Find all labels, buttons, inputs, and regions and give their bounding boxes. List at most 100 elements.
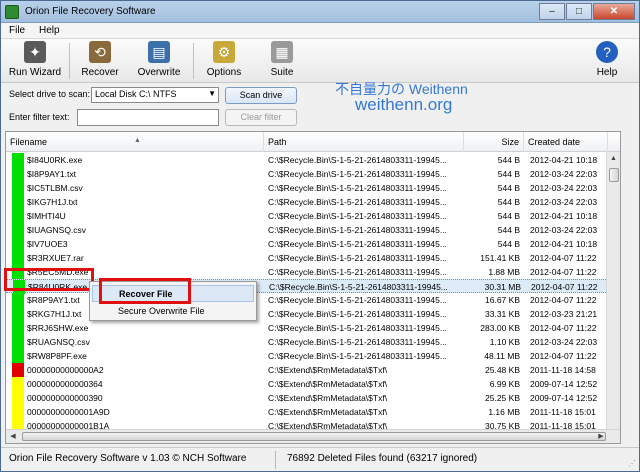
- status-bar: Orion File Recovery Software v 1.03 © NC…: [1, 447, 639, 471]
- status-color-indicator: [12, 335, 24, 349]
- cell-size: 544 B: [497, 155, 520, 165]
- cell-created-date: 2012-03-24 22:03: [530, 183, 598, 193]
- table-row[interactable]: 0000000000000390 C:\$Extend\$RmMetadata\$…: [6, 391, 620, 405]
- cell-filename: 00000000000000A2: [27, 365, 104, 375]
- status-color-indicator: [12, 321, 24, 335]
- help-icon: ?: [596, 41, 618, 63]
- column-path-label: Path: [268, 137, 287, 147]
- suite-button[interactable]: ▦ Suite: [259, 41, 305, 81]
- title-bar: Orion File Recovery Software – □ ✕: [1, 1, 639, 23]
- table-row[interactable]: $IV7UOE3 C:\$Recycle.Bin\S-1-5-21-2614803…: [6, 237, 620, 251]
- cell-filename: 0000000000000390: [27, 393, 103, 403]
- overwrite-label: Overwrite: [137, 67, 181, 78]
- overwrite-icon: ▤: [148, 41, 170, 63]
- run-wizard-button[interactable]: ✦ Run Wizard: [7, 41, 63, 81]
- table-row[interactable]: $RW8P8PF.exe C:\$Recycle.Bin\S-1-5-21-261…: [6, 349, 620, 363]
- cell-path: C:\$Recycle.Bin\S-1-5-21-2614803311-1994…: [268, 295, 447, 305]
- cell-size: 544 B: [497, 239, 520, 249]
- cell-size: 1.88 MB: [488, 267, 520, 277]
- column-filename[interactable]: ▲ Filename: [6, 132, 264, 152]
- drive-select[interactable]: Local Disk C:\ NTFS ▼: [91, 87, 219, 103]
- horizontal-scroll-thumb[interactable]: [22, 432, 606, 441]
- scroll-right-icon[interactable]: ▶: [594, 430, 608, 443]
- table-row[interactable]: 00000000000000A2 C:\$Extend\$RmMetadata\$…: [6, 363, 620, 377]
- clear-filter-button[interactable]: Clear filter: [225, 109, 297, 126]
- table-row[interactable]: $IKG7H1J.txt C:\$Recycle.Bin\S-1-5-21-261…: [6, 195, 620, 209]
- status-color-indicator: [12, 153, 24, 167]
- column-size[interactable]: Size: [464, 132, 524, 152]
- vertical-scroll-thumb[interactable]: [609, 168, 619, 182]
- cell-size: 6.99 KB: [489, 379, 520, 389]
- status-color-indicator: [12, 209, 24, 223]
- cell-size: 544 B: [497, 197, 520, 207]
- cell-path: C:\$Recycle.Bin\S-1-5-21-2614803311-1994…: [268, 337, 447, 347]
- scan-drive-button[interactable]: Scan drive: [225, 87, 297, 104]
- recover-button[interactable]: ⟲ Recover: [77, 41, 123, 81]
- cell-path: C:\$Recycle.Bin\S-1-5-21-2614803311-1994…: [268, 211, 447, 221]
- scroll-up-icon[interactable]: ▲: [607, 152, 620, 166]
- table-row[interactable]: $IUAGNSQ.csv C:\$Recycle.Bin\S-1-5-21-261…: [6, 223, 620, 237]
- help-button[interactable]: ? Help: [589, 41, 625, 81]
- status-color-indicator: [12, 223, 24, 237]
- filter-label: Enter filter text:: [9, 112, 70, 122]
- column-created-date-label: Created date: [528, 137, 581, 147]
- table-row[interactable]: $IMHTI4U C:\$Recycle.Bin\S-1-5-21-2614803…: [6, 209, 620, 223]
- cell-size: 48.11 MB: [484, 351, 520, 361]
- table-row[interactable]: $R3RXUE7.rar C:\$Recycle.Bin\S-1-5-21-261…: [6, 251, 620, 265]
- drive-label: Select drive to scan:: [9, 89, 91, 99]
- table-row[interactable]: $RRJ6SHW.exe C:\$Recycle.Bin\S-1-5-21-261…: [6, 321, 620, 335]
- column-size-label: Size: [501, 137, 519, 147]
- cell-path: C:\$Recycle.Bin\S-1-5-21-2614803311-1994…: [268, 351, 447, 361]
- status-color-indicator: [12, 363, 24, 377]
- scan-form: Select drive to scan: Local Disk C:\ NTF…: [1, 83, 639, 129]
- resize-grip-icon[interactable]: ⋰: [628, 459, 636, 468]
- cell-path: C:\$Extend\$RmMetadata\$Txf\: [268, 407, 388, 417]
- menu-file[interactable]: File: [9, 25, 25, 36]
- table-row[interactable]: 0000000000000364 C:\$Extend\$RmMetadata\$…: [6, 377, 620, 391]
- options-label: Options: [206, 67, 242, 78]
- cell-size: 25.48 KB: [485, 365, 520, 375]
- table-row[interactable]: 00000000000001A9D C:\$Extend\$RmMetadata\…: [6, 405, 620, 419]
- status-color-indicator: [12, 293, 24, 307]
- column-created-date[interactable]: Created date: [524, 132, 608, 152]
- scroll-left-icon[interactable]: ◀: [6, 430, 20, 443]
- status-app-info: Orion File Recovery Software v 1.03 © NC…: [9, 453, 247, 464]
- cell-created-date: 2012-04-07 11:22: [530, 253, 597, 263]
- menu-secure-overwrite-file[interactable]: Secure Overwrite File: [92, 303, 254, 320]
- table-row[interactable]: $I84U0RK.exe C:\$Recycle.Bin\S-1-5-21-261…: [6, 153, 620, 167]
- cell-filename: $RUAGNSQ.csv: [27, 337, 90, 347]
- menu-bar: File Help: [1, 23, 639, 39]
- table-row[interactable]: $IC5TLBM.csv C:\$Recycle.Bin\S-1-5-21-261…: [6, 181, 620, 195]
- cell-filename: 00000000000001A9D: [27, 407, 110, 417]
- status-color-indicator: [12, 195, 24, 209]
- filter-input[interactable]: [77, 109, 219, 126]
- cell-created-date: 2012-04-07 11:22: [530, 351, 597, 361]
- table-row[interactable]: $I8P9AY1.txt C:\$Recycle.Bin\S-1-5-21-261…: [6, 167, 620, 181]
- cell-created-date: 2012-04-07 11:22: [531, 282, 598, 292]
- table-row[interactable]: $RUAGNSQ.csv C:\$Recycle.Bin\S-1-5-21-261…: [6, 335, 620, 349]
- menu-help[interactable]: Help: [39, 25, 60, 36]
- tools-icon: ⚙: [213, 41, 235, 63]
- table-header: ▲ Filename Path Size Created date: [6, 132, 620, 152]
- overwrite-button[interactable]: ▤ Overwrite: [133, 41, 185, 81]
- maximize-button[interactable]: □: [566, 3, 592, 20]
- suite-label: Suite: [270, 67, 294, 78]
- cell-path: C:\$Recycle.Bin\S-1-5-21-2614803311-1994…: [268, 197, 447, 207]
- minimize-button[interactable]: –: [539, 3, 565, 20]
- vertical-scrollbar[interactable]: ▲ ▼: [606, 152, 620, 443]
- table-row[interactable]: $R5EC5MD.exe C:\$Recycle.Bin\S-1-5-21-261…: [6, 265, 620, 279]
- column-path[interactable]: Path: [264, 132, 464, 152]
- options-button[interactable]: ⚙ Options: [201, 41, 247, 81]
- window-controls: – □ ✕: [538, 3, 635, 20]
- cell-path: C:\$Extend\$RmMetadata\$Txf\: [268, 393, 388, 403]
- status-divider: [275, 451, 276, 469]
- cell-created-date: 2012-04-07 11:22: [530, 323, 597, 333]
- cell-path: C:\$Recycle.Bin\S-1-5-21-2614803311-1994…: [268, 239, 447, 249]
- horizontal-scrollbar[interactable]: ◀ ▶: [6, 429, 620, 443]
- cell-created-date: 2012-03-24 22:03: [530, 197, 598, 207]
- close-button[interactable]: ✕: [593, 3, 635, 20]
- cell-created-date: 2012-04-07 11:22: [530, 295, 597, 305]
- toolbar-separator: [69, 43, 70, 79]
- cell-filename: $RRJ6SHW.exe: [27, 323, 89, 333]
- cell-filename: $I8P9AY1.txt: [27, 169, 76, 179]
